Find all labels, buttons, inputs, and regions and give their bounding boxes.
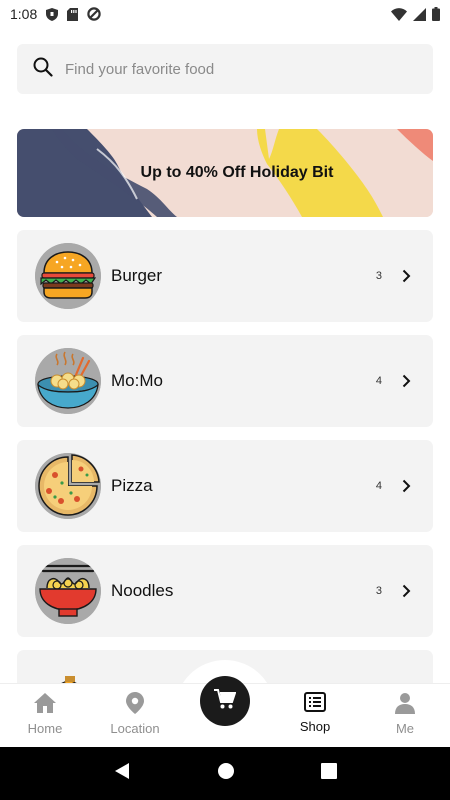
home-button-icon[interactable] <box>217 762 235 785</box>
category-count: 4 <box>375 375 382 387</box>
category-card-pizza[interactable]: Pizza 4 <box>17 440 433 532</box>
back-icon[interactable] <box>113 762 131 785</box>
system-nav-bar <box>0 747 450 800</box>
sd-card-icon <box>67 7 79 21</box>
chevron-right-icon <box>402 584 411 598</box>
wifi-icon <box>391 7 407 21</box>
category-name: Pizza <box>111 476 153 495</box>
category-name: Noodles <box>111 581 174 600</box>
noodles-icon <box>35 558 101 624</box>
battery-icon <box>432 7 440 21</box>
cart-button[interactable] <box>200 676 250 726</box>
category-count: 3 <box>375 585 382 597</box>
chevron-right-icon <box>402 479 411 493</box>
chevron-right-icon <box>402 374 411 388</box>
shield-icon <box>46 7 59 21</box>
status-bar: 1:08 <box>0 0 450 28</box>
recents-icon[interactable] <box>321 763 337 784</box>
promo-banner[interactable]: Up to 40% Off Holiday Bit <box>17 129 433 217</box>
list-icon <box>304 692 326 715</box>
category-card-burger[interactable]: Burger 3 <box>17 230 433 322</box>
nav-me[interactable]: Me <box>365 692 445 736</box>
search-input[interactable] <box>65 60 385 78</box>
nav-shop-label: Shop <box>299 719 331 734</box>
person-icon <box>395 692 415 717</box>
search-icon <box>33 57 53 82</box>
chevron-right-icon <box>402 269 411 283</box>
burger-icon <box>35 243 101 309</box>
category-count: 4 <box>375 480 382 492</box>
category-count: 3 <box>375 270 382 282</box>
nav-home[interactable]: Home <box>5 692 85 736</box>
status-time: 1:08 <box>10 6 38 22</box>
pizza-icon <box>35 453 101 519</box>
cart-icon <box>214 688 237 714</box>
momo-bowl-icon <box>35 348 101 414</box>
search-bar[interactable] <box>17 44 433 94</box>
nav-shop[interactable]: Shop <box>275 692 355 734</box>
location-pin-icon <box>126 692 144 717</box>
nav-home-label: Home <box>27 721 63 736</box>
category-name: Mo:Mo <box>111 371 163 390</box>
data-saver-icon <box>87 7 101 21</box>
category-card-noodles[interactable]: Noodles 3 <box>17 545 433 637</box>
category-card-momo[interactable]: Mo:Mo 4 <box>17 335 433 427</box>
category-name: Burger <box>111 266 163 285</box>
nav-location[interactable]: Location <box>95 692 175 736</box>
signal-icon <box>413 7 426 21</box>
nav-me-label: Me <box>395 721 415 736</box>
nav-location-label: Location <box>110 721 160 736</box>
banner-text: Up to 40% Off Holiday Bit <box>140 164 334 181</box>
home-icon <box>33 692 57 717</box>
